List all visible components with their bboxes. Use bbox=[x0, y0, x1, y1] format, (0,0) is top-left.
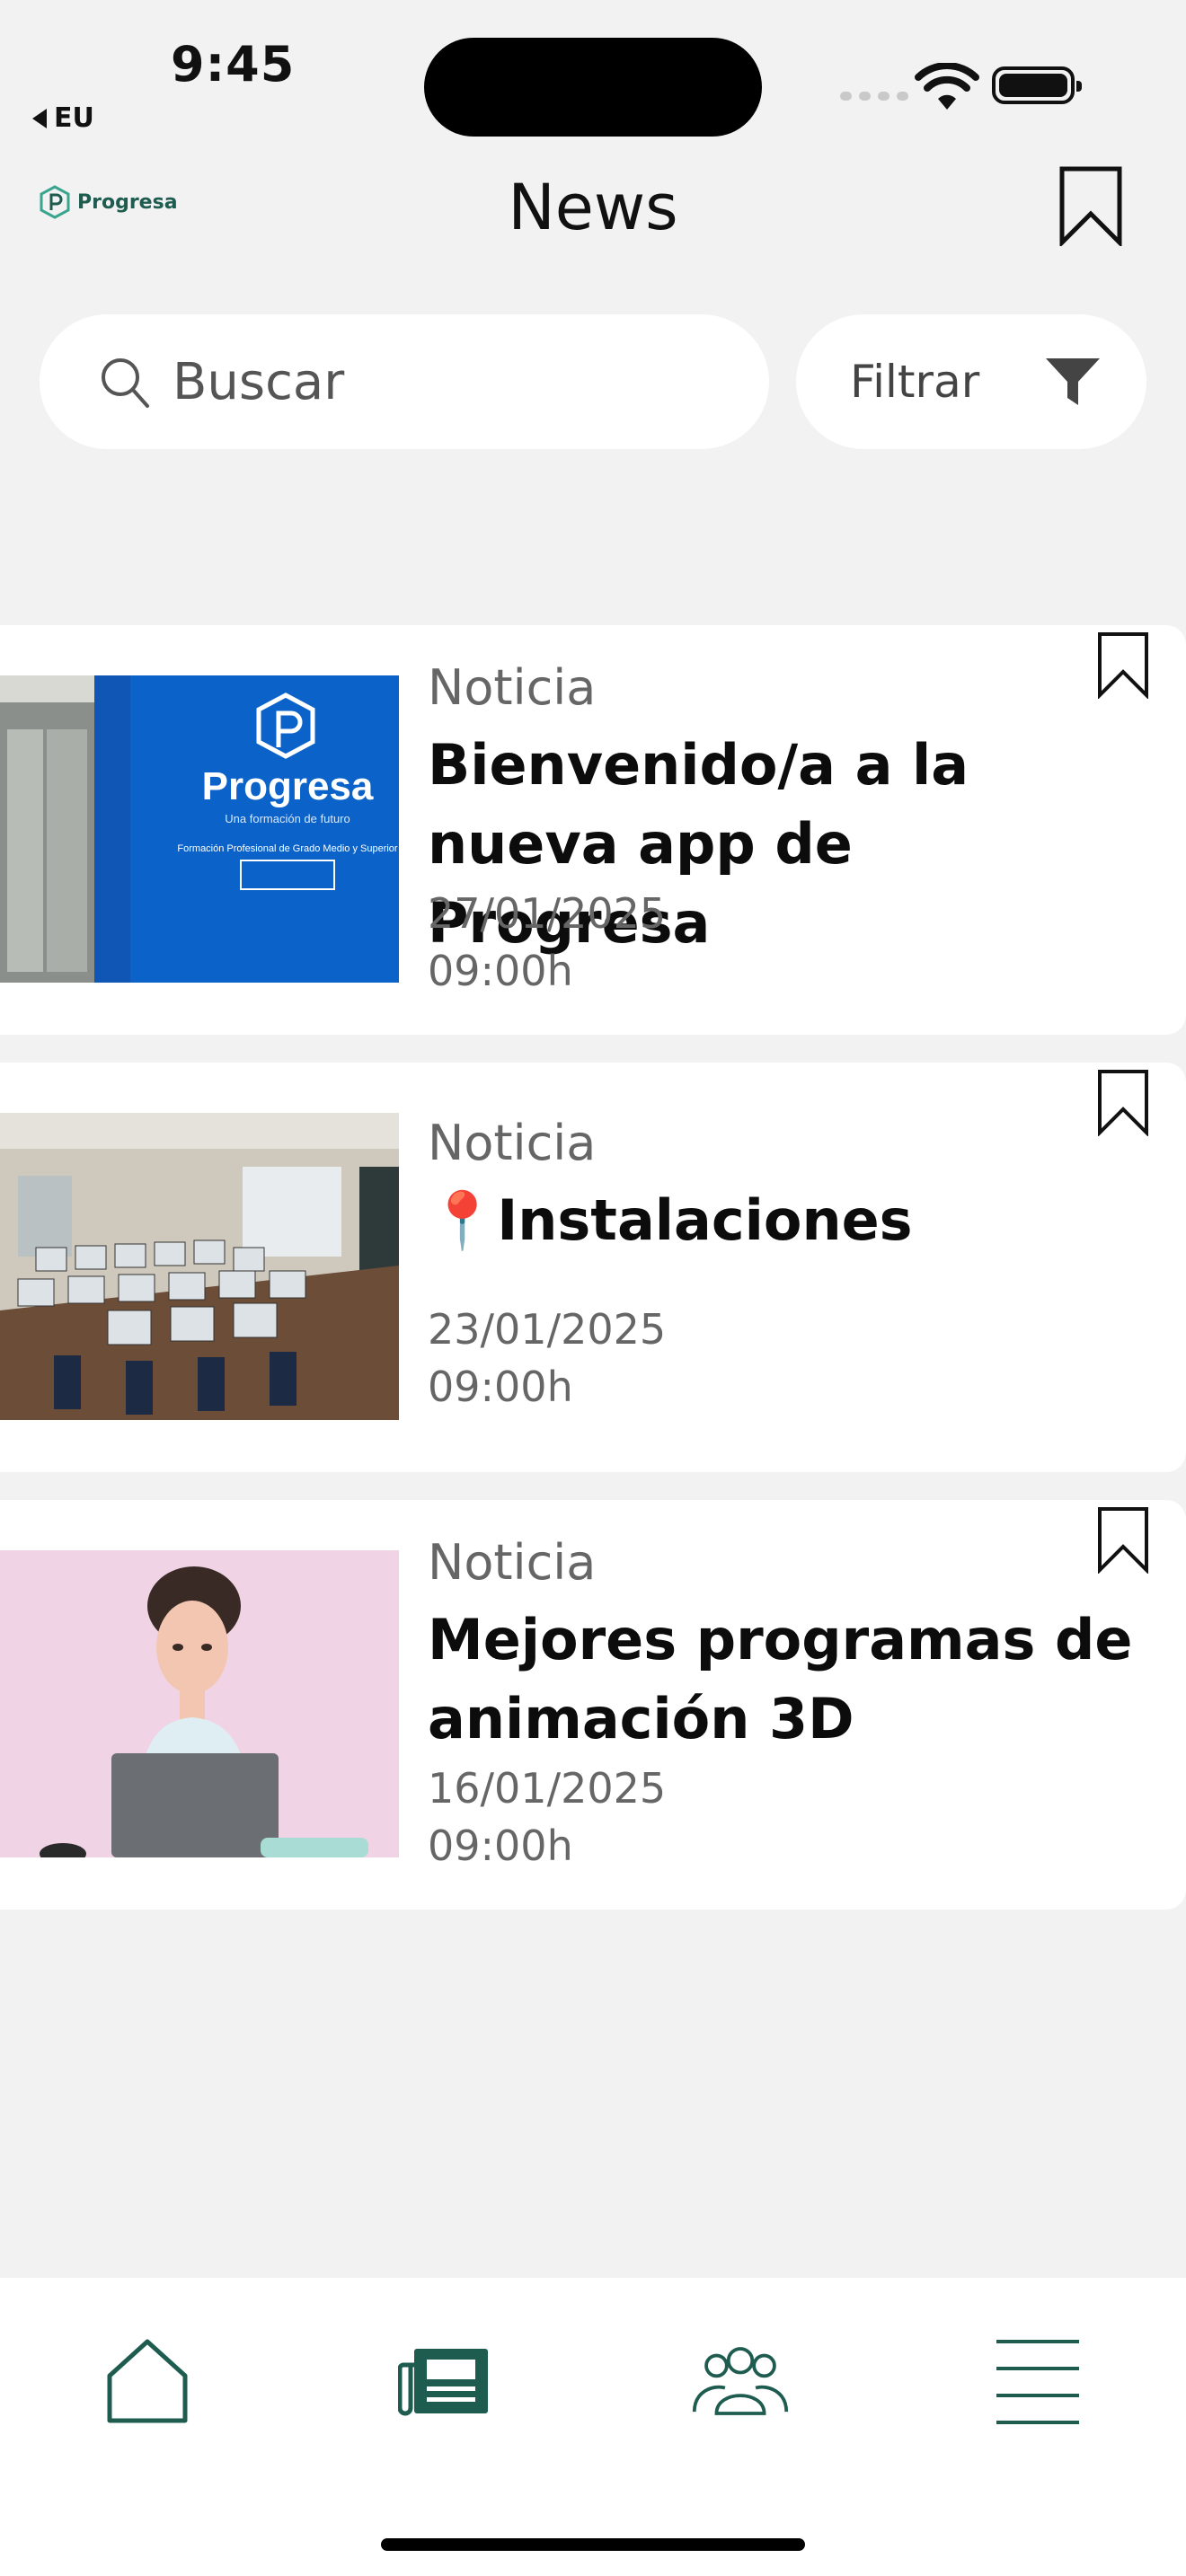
progresa-wall-image: Progresa Una formación de futuro Formaci… bbox=[0, 675, 399, 983]
news-category: Noticia bbox=[428, 659, 597, 716]
back-arrow-icon bbox=[32, 108, 47, 128]
menu-icon bbox=[996, 2340, 1079, 2424]
news-thumbnail: Progresa Una formación de futuro Formaci… bbox=[0, 675, 399, 983]
funnel-icon bbox=[1046, 358, 1100, 405]
saved-bookmarks-icon[interactable] bbox=[1058, 165, 1123, 246]
wifi-icon bbox=[915, 63, 979, 110]
status-time: 9:45 bbox=[171, 36, 296, 93]
news-title: 📍Instalaciones bbox=[428, 1187, 913, 1253]
news-title: Mejores programas de animación 3D bbox=[428, 1607, 1133, 1751]
news-category: Noticia bbox=[428, 1534, 597, 1591]
news-thumbnail bbox=[0, 1113, 399, 1420]
tab-menu[interactable] bbox=[988, 2332, 1087, 2430]
news-card[interactable]: Noticia 📍Instalaciones 23/01/2025 09:00h bbox=[0, 1063, 1186, 1472]
news-time: 09:00h bbox=[428, 1822, 573, 1870]
dynamic-island bbox=[424, 38, 762, 137]
news-time: 09:00h bbox=[428, 947, 573, 995]
news-thumbnail bbox=[0, 1550, 399, 1857]
tab-news[interactable] bbox=[395, 2332, 494, 2430]
news-date: 16/01/2025 bbox=[428, 1764, 667, 1813]
tab-home[interactable] bbox=[98, 2332, 197, 2430]
newspaper-icon bbox=[398, 2349, 488, 2416]
tab-community[interactable] bbox=[691, 2332, 790, 2430]
community-icon bbox=[692, 2347, 789, 2415]
svg-text:Una formación de futuro: Una formación de futuro bbox=[225, 812, 350, 825]
news-time: 09:00h bbox=[428, 1363, 573, 1411]
news-date: 23/01/2025 bbox=[428, 1305, 667, 1354]
home-indicator[interactable] bbox=[381, 2538, 805, 2551]
filter-label: Filtrar bbox=[850, 356, 980, 408]
news-card[interactable]: Noticia Mejores programas de animación 3… bbox=[0, 1500, 1186, 1910]
search-input[interactable] bbox=[171, 351, 677, 412]
search-icon bbox=[102, 358, 149, 408]
back-app-label: EU bbox=[54, 102, 94, 134]
classroom-image bbox=[0, 1113, 399, 1420]
bookmark-icon[interactable] bbox=[1096, 1505, 1150, 1574]
bookmark-icon[interactable] bbox=[1096, 631, 1150, 699]
svg-text:Progresa: Progresa bbox=[202, 764, 374, 808]
filter-button[interactable]: Filtrar bbox=[796, 314, 1146, 449]
svg-text:Formación Profesional de Grado: Formación Profesional de Grado Medio y S… bbox=[177, 843, 398, 854]
news-date: 27/01/2025 bbox=[428, 889, 667, 938]
search-bar[interactable] bbox=[40, 314, 769, 449]
page-title: News bbox=[508, 171, 678, 244]
cellular-signal-icon bbox=[840, 92, 908, 101]
home-icon bbox=[107, 2339, 188, 2423]
news-category: Noticia bbox=[428, 1115, 597, 1171]
battery-icon bbox=[992, 66, 1082, 104]
back-to-app-link[interactable]: EU bbox=[32, 102, 94, 134]
3d-character-image bbox=[0, 1550, 399, 1857]
bookmark-icon[interactable] bbox=[1096, 1068, 1150, 1136]
news-card[interactable]: Progresa Una formación de futuro Formaci… bbox=[0, 625, 1186, 1035]
